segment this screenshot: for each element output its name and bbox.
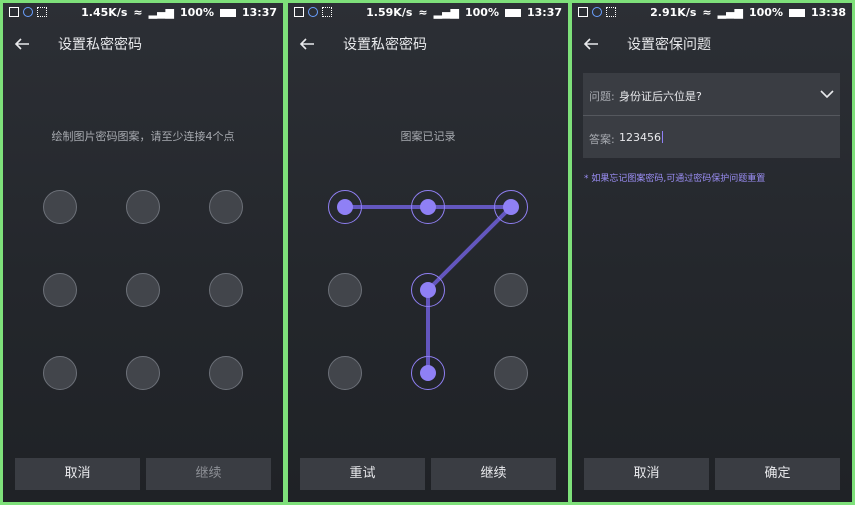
signal-icon: ▂▄▆ xyxy=(717,6,743,19)
status-bar: 2.91K/s ≈ ▂▄▆ 100% 13:38 xyxy=(572,3,852,23)
app-header: 设置密保问题 xyxy=(572,27,852,63)
question-select[interactable]: 问题: 身份证后六位是? xyxy=(583,73,840,116)
sync-icon xyxy=(592,7,602,17)
battery-icon xyxy=(788,8,805,17)
signal-icon: ▂▄▆ xyxy=(148,6,174,19)
pattern-dot-active[interactable] xyxy=(411,356,445,390)
security-form: 问题: 身份证后六位是? 答案: 123456 xyxy=(583,73,840,158)
wifi-icon: ≈ xyxy=(133,6,143,19)
sync-icon xyxy=(23,7,33,17)
network-speed: 2.91K/s xyxy=(650,6,697,19)
action-bar: 取消 确定 xyxy=(584,458,840,490)
pattern-dot[interactable] xyxy=(43,273,77,307)
action-bar: 重试 继续 xyxy=(300,458,556,490)
continue-button[interactable]: 继续 xyxy=(146,458,271,490)
clock: 13:38 xyxy=(810,6,846,19)
answer-label: 答案: xyxy=(589,133,615,146)
cancel-button[interactable]: 取消 xyxy=(15,458,140,490)
instruction-text: 绘制图片密码图案，请至少连接4个点 xyxy=(51,130,235,143)
question-value[interactable]: 身份证后六位是? xyxy=(619,88,702,104)
page-title: 设置密保问题 xyxy=(627,37,711,53)
security-question-screen: 2.91K/s ≈ ▂▄▆ 100% 13:38 设置密保问题 问题: 身份证后… xyxy=(572,3,852,502)
clock: 13:37 xyxy=(241,6,277,19)
battery-icon xyxy=(219,8,236,17)
image-icon xyxy=(9,7,19,17)
wifi-icon: ≈ xyxy=(702,6,712,19)
retry-button[interactable]: 重试 xyxy=(300,458,425,490)
pattern-dot[interactable] xyxy=(494,356,528,390)
pattern-dot[interactable] xyxy=(43,356,77,390)
grid-icon xyxy=(37,7,47,17)
chevron-down-icon[interactable] xyxy=(820,87,834,101)
arrow-left-icon[interactable] xyxy=(582,35,600,53)
battery-level: 100% xyxy=(749,6,783,19)
battery-level: 100% xyxy=(180,6,214,19)
pattern-dot[interactable] xyxy=(126,356,160,390)
network-speed: 1.45K/s xyxy=(81,6,128,19)
cancel-button[interactable]: 取消 xyxy=(584,458,709,490)
pattern-dot[interactable] xyxy=(494,273,528,307)
pattern-path xyxy=(345,205,516,373)
pattern-dot[interactable] xyxy=(328,273,362,307)
pattern-dot[interactable] xyxy=(209,273,243,307)
pattern-recorded-screen: 1.59K/s ≈ ▂▄▆ 100% 13:37 设置私密密码 图案已记录 重试… xyxy=(288,3,568,502)
pattern-dot-active[interactable] xyxy=(328,190,362,224)
answer-input[interactable]: 123456 xyxy=(619,131,663,144)
pattern-dot[interactable] xyxy=(126,273,160,307)
action-bar: 取消 继续 xyxy=(15,458,271,490)
pattern-dot[interactable] xyxy=(209,190,243,224)
reset-hint: * 如果忘记图案密码,可通过密码保护问题重置 xyxy=(584,174,766,184)
pattern-dot-active[interactable] xyxy=(494,190,528,224)
pattern-dot-active[interactable] xyxy=(411,273,445,307)
pattern-setup-screen: 1.45K/s ≈ ▂▄▆ 100% 13:37 设置私密密码 绘制图片密码图案… xyxy=(3,3,283,502)
pattern-dot[interactable] xyxy=(126,190,160,224)
pattern-dot[interactable] xyxy=(43,190,77,224)
status-bar: 1.45K/s ≈ ▂▄▆ 100% 13:37 xyxy=(3,3,283,23)
pattern-dot-active[interactable] xyxy=(411,190,445,224)
app-header: 设置私密密码 xyxy=(3,27,283,63)
confirm-button[interactable]: 确定 xyxy=(715,458,840,490)
page-title: 设置私密密码 xyxy=(58,37,142,53)
grid-icon xyxy=(606,7,616,17)
continue-button[interactable]: 继续 xyxy=(431,458,556,490)
image-icon xyxy=(578,7,588,17)
pattern-dot[interactable] xyxy=(209,356,243,390)
pattern-dot[interactable] xyxy=(328,356,362,390)
question-label: 问题: xyxy=(589,90,615,103)
arrow-left-icon[interactable] xyxy=(13,35,31,53)
